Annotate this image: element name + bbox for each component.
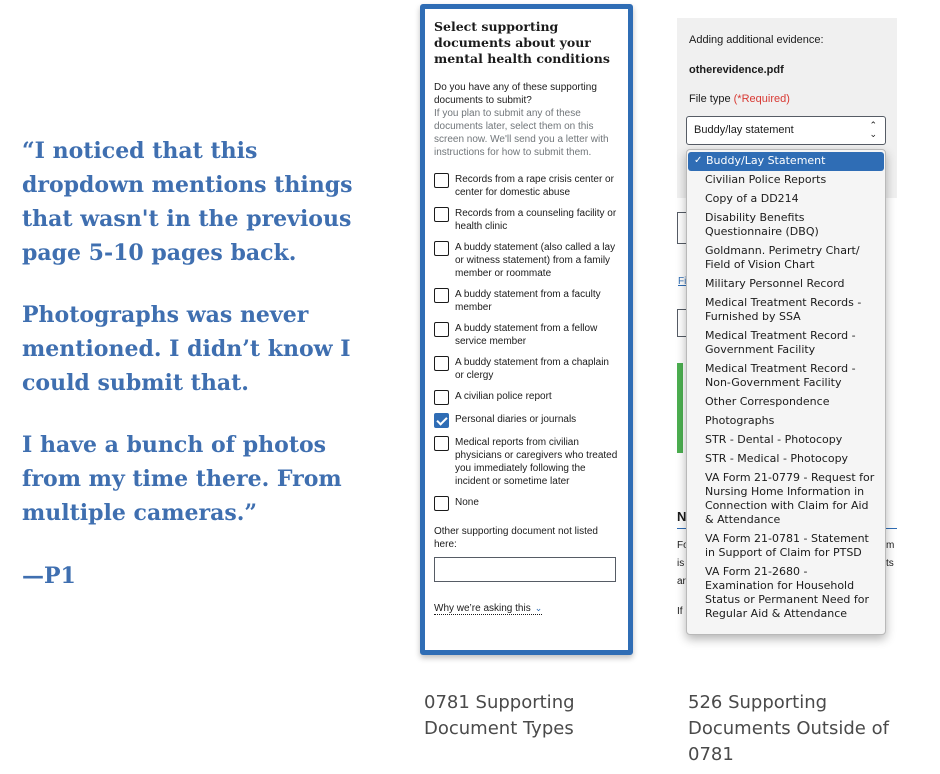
hidden-text-fragment: ar bbox=[677, 576, 686, 587]
select-arrows-icon: ⌃ ⌄ bbox=[869, 120, 877, 139]
checkbox[interactable] bbox=[434, 173, 449, 188]
dropdown-option[interactable]: Goldmann. Perimetry Chart/ Field of Visi… bbox=[687, 242, 885, 275]
checkbox-option[interactable]: Personal diaries or journals bbox=[434, 413, 619, 428]
checkbox-option[interactable]: Records from a counseling facility or he… bbox=[434, 207, 619, 233]
form-0781-screenshot: Select supporting documents about your m… bbox=[420, 4, 633, 655]
required-indicator: (*Required) bbox=[733, 93, 790, 105]
checkbox-option[interactable]: Records from a rape crisis center or cen… bbox=[434, 173, 619, 199]
evidence-filename: otherevidence.pdf bbox=[689, 64, 784, 76]
dropdown-option[interactable]: Military Personnel Record bbox=[687, 275, 885, 294]
checkbox-label: A buddy statement from a faculty member bbox=[455, 289, 601, 313]
dropdown-option[interactable]: STR - Dental - Photocopy bbox=[687, 431, 885, 450]
dropdown-option[interactable]: Copy of a DD214 bbox=[687, 190, 885, 209]
dropdown-option[interactable]: Photographs bbox=[687, 412, 885, 431]
quote-paragraph: I have a bunch of photos from my time th… bbox=[22, 432, 342, 526]
success-bar bbox=[677, 363, 683, 453]
checkmark-icon: ✓ bbox=[694, 155, 703, 166]
dropdown-option[interactable]: VA Form 21-2680 - Examination for Househ… bbox=[687, 563, 885, 624]
quote-attribution: —P1 bbox=[22, 563, 76, 589]
dropdown-option[interactable]: STR - Medical - Photocopy bbox=[687, 450, 885, 469]
checkbox-label: Medical reports from civilian physicians… bbox=[455, 437, 618, 487]
checkbox-option[interactable]: Medical reports from civilian physicians… bbox=[434, 436, 619, 488]
evidence-heading: Adding additional evidence: bbox=[689, 34, 824, 46]
file-type-select[interactable]: Buddy/lay statement ⌃ ⌄ bbox=[686, 116, 886, 145]
why-asking-link[interactable]: Why we’re asking this ⌄ bbox=[434, 603, 543, 615]
file-type-dropdown: ✓ Buddy/Lay Statement Civilian Police Rep… bbox=[686, 149, 886, 635]
checkbox[interactable] bbox=[434, 207, 449, 222]
checkbox[interactable] bbox=[434, 288, 449, 303]
dropdown-option-selected[interactable]: ✓ Buddy/Lay Statement bbox=[688, 152, 884, 171]
dropdown-option[interactable]: Medical Treatment Record - Government Fa… bbox=[687, 327, 885, 360]
checkbox[interactable] bbox=[434, 241, 449, 256]
file-type-label: File type (*Required) bbox=[689, 93, 790, 105]
checkbox[interactable] bbox=[434, 322, 449, 337]
hidden-text-fragment: m bbox=[886, 540, 895, 551]
checkbox-label: A buddy statement from a chaplain or cle… bbox=[455, 357, 609, 381]
checkbox[interactable] bbox=[434, 356, 449, 371]
checkbox[interactable] bbox=[434, 390, 449, 405]
hidden-text-fragment: is bbox=[677, 558, 685, 569]
form-hint: If you plan to submit any of these docum… bbox=[434, 108, 609, 158]
dropdown-option[interactable]: Medical Treatment Records - Furnished by… bbox=[687, 294, 885, 327]
form-title: Select supporting documents about your m… bbox=[434, 19, 610, 66]
participant-quote: “I noticed that this dropdown mentions t… bbox=[22, 134, 367, 558]
checkbox-label: A civilian police report bbox=[455, 391, 552, 402]
dropdown-option[interactable]: Disability Benefits Questionnaire (DBQ) bbox=[687, 209, 885, 242]
file-type-select-value: Buddy/lay statement bbox=[694, 124, 794, 136]
checkbox-label: None bbox=[455, 497, 479, 508]
other-document-label: Other supporting document not listed her… bbox=[434, 526, 598, 550]
checkbox-checked[interactable] bbox=[434, 413, 449, 428]
checkbox-option[interactable]: A buddy statement from a faculty member bbox=[434, 288, 619, 314]
caption-0781: 0781 Supporting Document Types bbox=[424, 692, 575, 739]
checkbox-option[interactable]: None bbox=[434, 496, 619, 511]
dropdown-option[interactable]: VA Form 21-0781 - Statement in Support o… bbox=[687, 530, 885, 563]
checkbox-label: A buddy statement from a fellow service … bbox=[455, 323, 598, 347]
hidden-text-fragment: ts bbox=[886, 558, 894, 569]
caption-526: 526 Supporting Documents Outside of 0781 bbox=[688, 692, 889, 765]
dropdown-option[interactable]: Civilian Police Reports bbox=[687, 171, 885, 190]
why-asking-label: Why we’re asking this bbox=[434, 603, 531, 614]
checkbox-label: Personal diaries or journals bbox=[455, 414, 577, 425]
dropdown-option[interactable]: VA Form 21-0779 - Request for Nursing Ho… bbox=[687, 469, 885, 530]
dropdown-option-label: Buddy/Lay Statement bbox=[706, 154, 826, 167]
checkbox-option[interactable]: A buddy statement from a fellow service … bbox=[434, 322, 619, 348]
dropdown-option[interactable]: Medical Treatment Record - Non-Governmen… bbox=[687, 360, 885, 393]
checkbox[interactable] bbox=[434, 436, 449, 451]
other-document-input[interactable] bbox=[434, 557, 616, 582]
checkbox-option[interactable]: A civilian police report bbox=[434, 390, 619, 405]
dropdown-option[interactable]: Other Correspondence bbox=[687, 393, 885, 412]
quote-paragraph: Photographs was never mentioned. I didn’… bbox=[22, 302, 351, 396]
checkbox-option[interactable]: A buddy statement from a chaplain or cle… bbox=[434, 356, 619, 382]
checkbox[interactable] bbox=[434, 496, 449, 511]
checkbox-option[interactable]: A buddy statement (also called a lay or … bbox=[434, 241, 619, 280]
hidden-text-fragment: If bbox=[677, 606, 683, 617]
checkbox-label: A buddy statement (also called a lay or … bbox=[455, 242, 616, 279]
hidden-heading-fragment: N bbox=[677, 509, 687, 524]
quote-paragraph: “I noticed that this dropdown mentions t… bbox=[22, 138, 353, 266]
chevron-down-icon: ⌄ bbox=[534, 603, 543, 613]
file-type-text: File type bbox=[689, 93, 731, 105]
checkbox-label: Records from a rape crisis center or cen… bbox=[455, 174, 614, 198]
form-question: Do you have any of these supporting docu… bbox=[434, 82, 597, 106]
checkbox-label: Records from a counseling facility or he… bbox=[455, 208, 617, 232]
